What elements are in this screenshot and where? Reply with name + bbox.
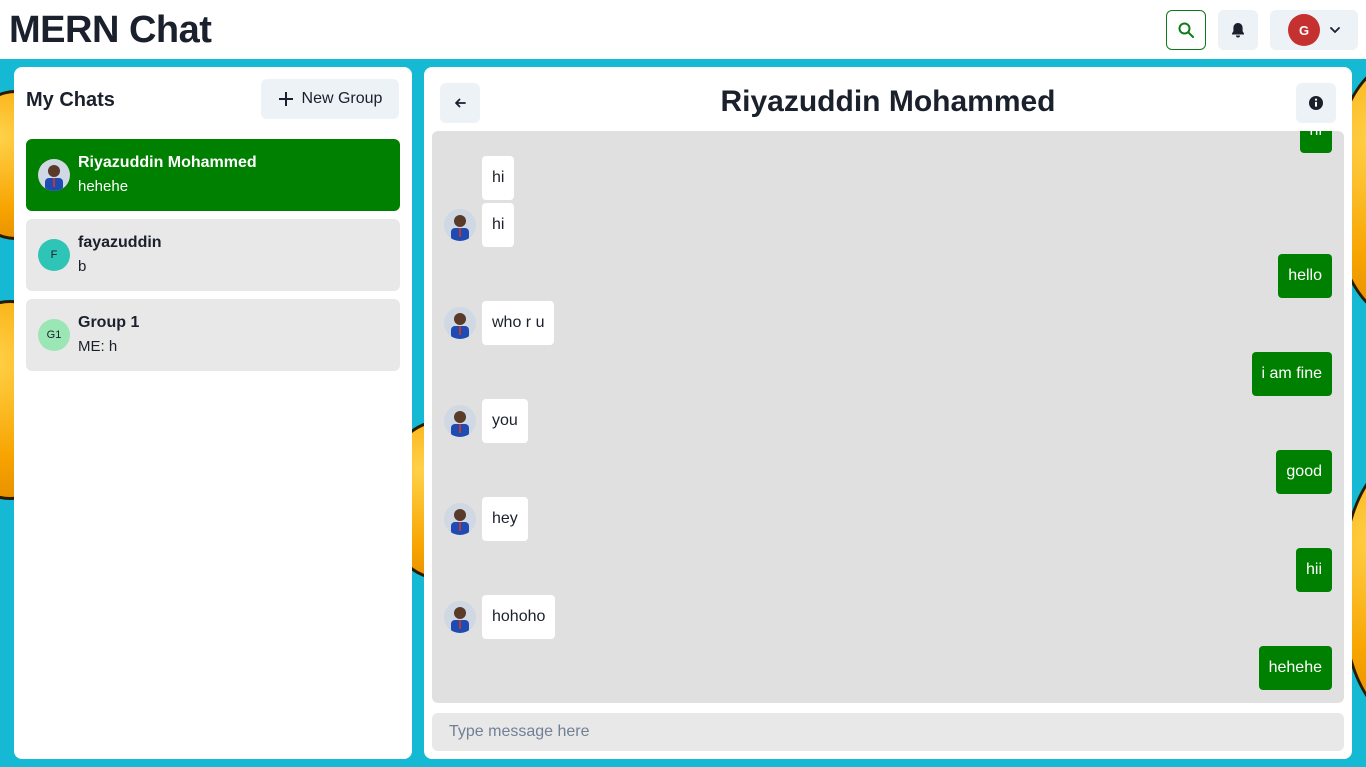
message-bubble-outgoing: hii [1295,548,1332,592]
message-bubble-outgoing: i am fine [1251,352,1332,396]
chat-item-group-1[interactable]: G1 Group 1 ME: h [26,299,400,371]
message-bubble-outgoing: hi [1299,131,1332,153]
message-bubble-incoming: you [482,399,528,443]
avatar [444,503,476,535]
chat-name: fayazuddin [78,234,162,251]
chat-preview: b [78,258,87,275]
chat-preview: ME: h [78,338,118,355]
chat-title: Riyazuddin Mohammed [720,85,1056,118]
bell-icon [1232,22,1244,37]
avatar: F [38,239,70,271]
avatar [444,601,476,633]
chat-item-fayazuddin[interactable]: F fayazuddin b [26,219,400,291]
notifications-button[interactable] [1218,10,1258,50]
chevron-down-icon [1330,26,1340,33]
message-bubble-incoming: hi [482,203,515,247]
info-icon [1309,96,1323,110]
message-bubble-incoming: who r u [482,301,555,345]
info-button[interactable] [1296,83,1336,123]
avatar [38,159,70,191]
chat-panel: Riyazuddin Mohammed hi hi hi hello who r… [424,67,1352,759]
plus-icon [278,92,293,106]
messages-area[interactable]: hi hi hi hello who r u i am fine you goo… [432,131,1344,703]
avatar: G1 [38,319,70,351]
new-group-button[interactable]: New Group [261,79,399,119]
user-avatar: G [1288,14,1320,46]
search-icon [1178,22,1194,38]
chat-name: Group 1 [78,314,140,331]
message-bubble-outgoing: hehehe [1258,646,1332,690]
message-input[interactable] [432,713,1344,751]
search-button[interactable] [1166,10,1206,50]
app-title: MERN Chat [9,9,212,51]
chat-preview: hehehe [78,178,129,195]
profile-menu-button[interactable]: G [1270,10,1358,50]
message-bubble-outgoing: hello [1278,254,1332,298]
message-bubble-incoming: hohoho [482,595,556,639]
new-group-label: New Group [301,90,383,107]
chat-item-riyazuddin[interactable]: Riyazuddin Mohammed hehehe [26,139,400,211]
my-chats-panel: My Chats New Group Riyazuddin Mohammed h… [14,67,412,759]
avatar [444,405,476,437]
my-chats-title: My Chats [26,89,115,111]
top-bar: MERN Chat G [0,0,1366,59]
avatar [444,307,476,339]
avatar [444,209,476,241]
chat-name: Riyazuddin Mohammed [78,154,257,171]
message-bubble-incoming: hey [482,497,528,541]
message-bubble-outgoing: good [1276,450,1332,494]
message-bubble-incoming: hi [482,156,515,200]
